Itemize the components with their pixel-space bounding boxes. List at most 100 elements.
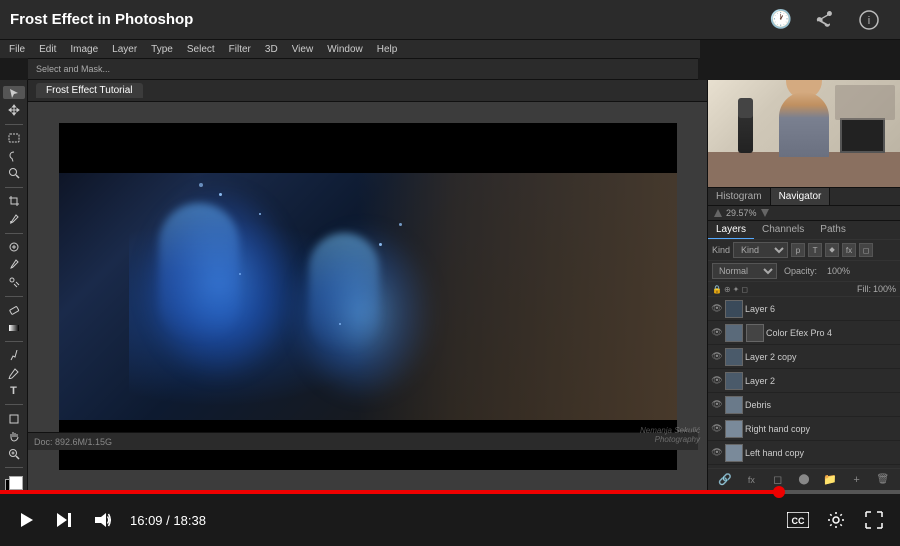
kind-icon-3[interactable]: ⬥ (825, 243, 839, 257)
menu-window[interactable]: Window (324, 44, 366, 55)
histogram-tab[interactable]: Histogram (708, 188, 771, 205)
video-frame (59, 123, 677, 470)
zoom-row: 29.57% (708, 206, 900, 221)
color-boxes[interactable] (5, 479, 23, 490)
progress-thumb[interactable] (773, 486, 785, 498)
tool-divider-5 (5, 341, 23, 342)
layers-btn-new[interactable]: + (849, 472, 865, 488)
blend-mode-select[interactable]: Normal (712, 263, 777, 279)
tool-selection[interactable] (3, 86, 25, 99)
progress-bar[interactable] (0, 490, 900, 494)
layer-vis-2[interactable]: 👁 (711, 375, 723, 387)
next-button[interactable] (50, 506, 78, 534)
doc-tab-label[interactable]: Frost Effect Tutorial (36, 83, 143, 98)
menu-image[interactable]: Image (67, 44, 101, 55)
layers-btn-group[interactable]: 📁 (822, 472, 838, 488)
tool-hand[interactable] (3, 429, 25, 442)
lock-icon-2[interactable]: ⊕ (724, 285, 731, 294)
tool-zoom[interactable] (3, 447, 25, 460)
sparkle-4 (239, 273, 241, 275)
layer-item-lefthandcopy[interactable]: 👁 Left hand copy (708, 441, 900, 465)
layer-item-righthandcopy[interactable]: 👁 Right hand copy (708, 417, 900, 441)
layer-vis-6[interactable]: 👁 (711, 303, 723, 315)
layer-item-colorefex[interactable]: 👁 Color Efex Pro 4 (708, 321, 900, 345)
paths-tab[interactable]: Paths (812, 221, 854, 239)
layer-item-layer2copy[interactable]: 👁 Layer 2 copy (708, 345, 900, 369)
menu-edit[interactable]: Edit (36, 44, 59, 55)
tool-shape[interactable] (3, 412, 25, 425)
sparkle-3 (379, 243, 382, 246)
fullscreen-button[interactable] (860, 506, 888, 534)
video-image (59, 123, 677, 470)
tool-move[interactable] (3, 103, 25, 116)
fill-label: Fill: (857, 284, 871, 294)
tool-gradient[interactable] (3, 321, 25, 334)
menu-3d[interactable]: 3D (262, 44, 281, 55)
kind-icon-1[interactable]: p (791, 243, 805, 257)
kind-icon-4[interactable]: fx (842, 243, 856, 257)
background-color[interactable] (9, 476, 23, 490)
menu-select[interactable]: Select (184, 44, 218, 55)
lock-icon-4[interactable]: ◻ (741, 285, 748, 294)
hand-right-detail (309, 233, 379, 353)
navigator-tab[interactable]: Navigator (771, 188, 831, 205)
tool-crop[interactable] (3, 195, 25, 208)
tool-quickselect[interactable] (3, 167, 25, 180)
menu-help[interactable]: Help (374, 44, 401, 55)
share-icon[interactable] (812, 7, 838, 33)
play-button[interactable] (12, 506, 40, 534)
settings-button[interactable] (822, 506, 850, 534)
layer-vis-efex[interactable]: 👁 (711, 327, 723, 339)
layers-btn-link[interactable]: 🔗 (717, 472, 733, 488)
kind-icon-2[interactable]: T (808, 243, 822, 257)
layer-item-layer2[interactable]: 👁 Layer 2 (708, 369, 900, 393)
volume-button[interactable] (88, 506, 116, 534)
layer-name-lhc: Left hand copy (745, 448, 897, 458)
tool-brush[interactable] (3, 258, 25, 271)
clock-icon[interactable]: 🕐 (768, 7, 794, 33)
menu-view[interactable]: View (289, 44, 317, 55)
lock-icon-1[interactable]: 🔒 (712, 285, 722, 294)
controls-row: 16:09 / 18:38 CC (0, 494, 900, 546)
layer-vis-2copy[interactable]: 👁 (711, 351, 723, 363)
layers-panel: Layers Channels Paths Kind Kind p T ⬥ fx… (708, 221, 900, 490)
menu-filter[interactable]: Filter (226, 44, 254, 55)
tool-clone[interactable] (3, 275, 25, 288)
status-text: Doc: 892.6M/1.15G (34, 437, 112, 447)
webcam-desk (708, 152, 900, 187)
info-icon[interactable]: i (856, 7, 882, 33)
menu-file[interactable]: File (6, 44, 28, 55)
captions-button[interactable]: CC (784, 506, 812, 534)
tool-lasso[interactable] (3, 149, 25, 162)
options-select-mask[interactable]: Select and Mask... (36, 64, 110, 74)
layer-item-debris[interactable]: 👁 Debris (708, 393, 900, 417)
layers-tab[interactable]: Layers (708, 221, 754, 239)
tool-pen[interactable] (3, 366, 25, 379)
kind-label: Kind (712, 245, 730, 255)
layer-vis-rhc[interactable]: 👁 (711, 423, 723, 435)
webcam-person (779, 92, 829, 157)
layer-item-layer6[interactable]: 👁 Layer 6 (708, 297, 900, 321)
hand-left-detail (159, 203, 239, 343)
tool-eraser[interactable] (3, 303, 25, 316)
channels-tab[interactable]: Channels (754, 221, 812, 239)
menu-type[interactable]: Type (148, 44, 176, 55)
layer-vis-lhc[interactable]: 👁 (711, 447, 723, 459)
menu-layer[interactable]: Layer (109, 44, 140, 55)
tool-type[interactable]: T (3, 384, 25, 397)
tool-marquee[interactable] (3, 132, 25, 145)
kind-icon-5[interactable]: ◻ (859, 243, 873, 257)
sparkle-5 (199, 183, 203, 187)
panel-tabs: Histogram Navigator (708, 188, 900, 206)
layer-vis-debris[interactable]: 👁 (711, 399, 723, 411)
tool-dodge[interactable] (3, 349, 25, 362)
layers-btn-fx[interactable]: fx (743, 472, 759, 488)
layers-btn-adjustment[interactable]: ⬤ (796, 472, 812, 488)
kind-select[interactable]: Kind (733, 242, 788, 258)
time-current: 16:09 (130, 513, 163, 528)
layer-thumb-rhc (725, 420, 743, 438)
layers-btn-delete[interactable]: 🗑 (875, 472, 891, 488)
lock-icon-3[interactable]: ✦ (733, 285, 740, 294)
tool-eyedropper[interactable] (3, 212, 25, 225)
tool-heal[interactable] (3, 240, 25, 253)
